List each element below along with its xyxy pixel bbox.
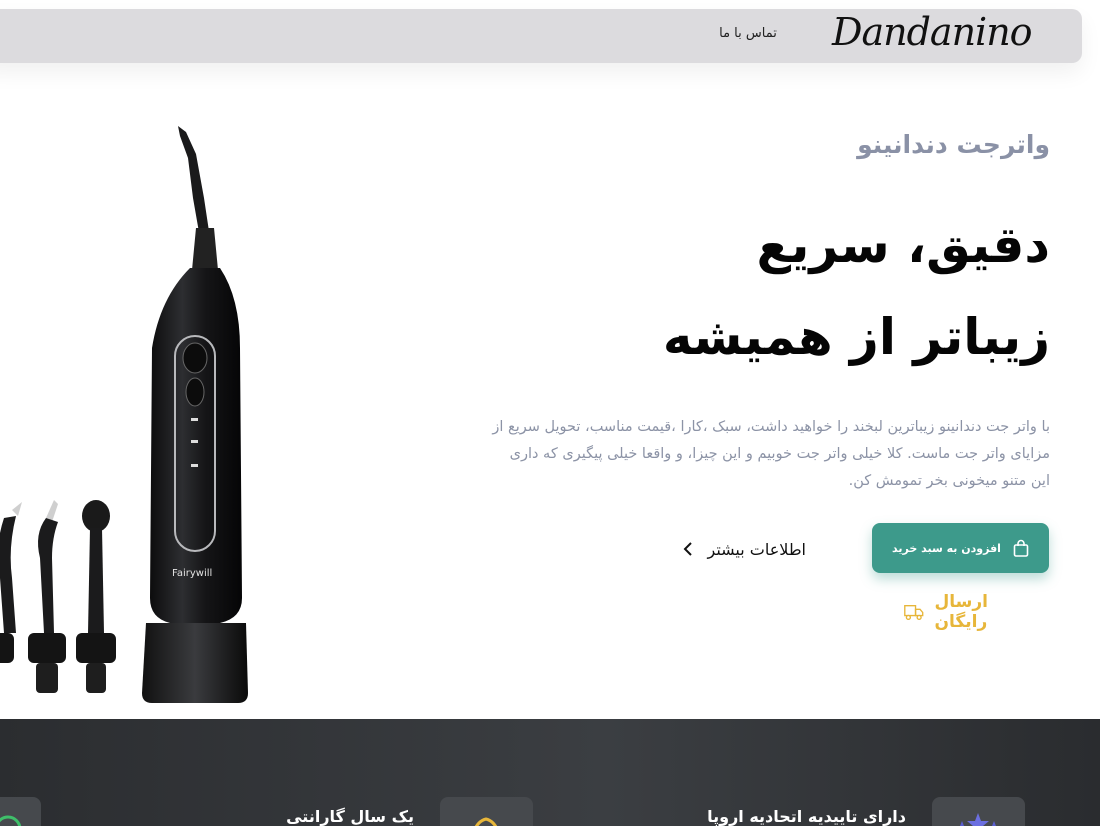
feature-title-warranty: یک سال گارانتی [286, 807, 414, 826]
add-to-cart-button[interactable]: افزودن به سبد خرید [872, 523, 1049, 573]
more-info-label: اطلاعات بیشتر [707, 539, 806, 559]
contact-us-link[interactable]: تماس با ما [708, 26, 788, 41]
svg-text:Fairywill: Fairywill [172, 568, 212, 579]
free-shipping-label: ارسال رایگان [934, 592, 988, 632]
hero-headline-line2: زیباتر از همیشه [662, 308, 1050, 366]
check-circle-icon [0, 815, 22, 826]
free-shipping-notice: ارسال رایگان [903, 592, 1035, 632]
chevron-left-icon [684, 542, 693, 556]
delivery-truck-icon [904, 605, 924, 621]
hero-description: با واتر جت دندانینو زیباترین لبخند را خو… [492, 419, 1050, 489]
feature-title-eu-certified: دارای تاییدیه اتحادیه اروپا [707, 807, 906, 826]
shopping-bag-icon [1013, 539, 1029, 557]
feature-icon-box [932, 797, 1025, 826]
water-flosser-product-image: Fairywill [0, 126, 248, 703]
brand-logo[interactable]: Dandanino [832, 12, 1033, 52]
warranty-badge-icon [474, 817, 498, 826]
hero-headline-line1: دقیق، سریع [756, 216, 1050, 274]
hero-eyebrow: واترجت دندانینو [857, 130, 1050, 159]
feature-icon-box [440, 797, 533, 826]
add-to-cart-label: افزودن به سبد خرید [892, 541, 1001, 555]
feature-icon-box [0, 797, 41, 826]
more-info-link[interactable]: اطلاعات بیشتر [666, 536, 806, 562]
stars-icon [955, 813, 1001, 826]
features-strip: دارای تاییدیه اتحادیه اروپا یک سال گاران… [0, 719, 1100, 826]
